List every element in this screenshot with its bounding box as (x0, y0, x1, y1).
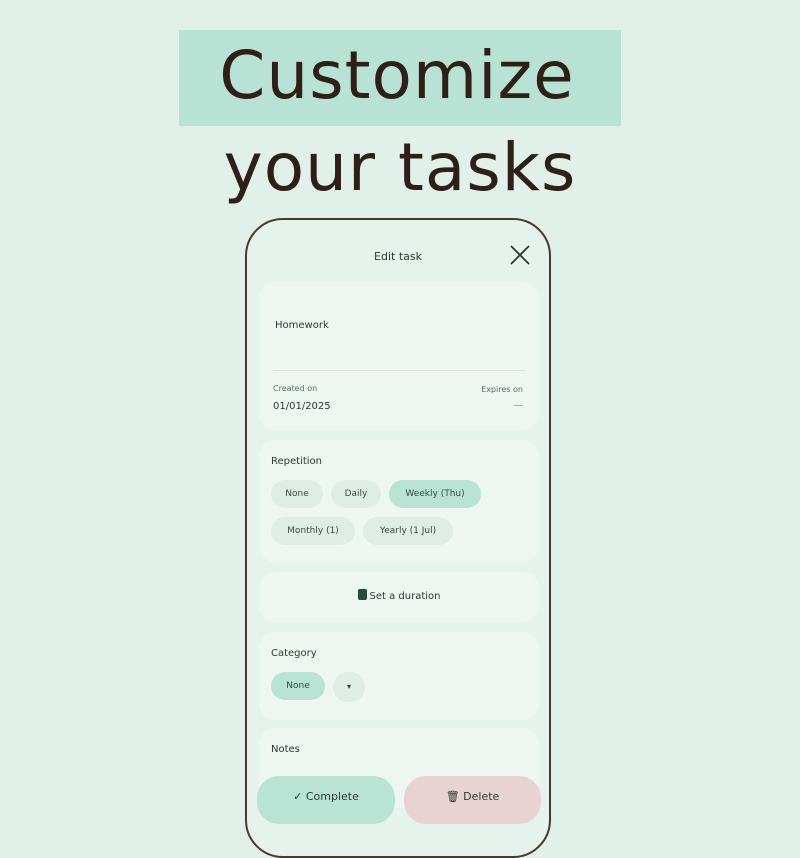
task-name-input[interactable]: Homework (275, 320, 329, 331)
repetition-chip-daily[interactable]: Daily (331, 480, 381, 508)
repetition-chip-none[interactable]: None (271, 480, 323, 508)
expires-date[interactable]: — (513, 400, 523, 411)
created-date: 01/01/2025 (273, 401, 331, 412)
category-chip-none[interactable]: None (271, 672, 325, 700)
repetition-card: Repetition None Daily Weekly (Thu) Month… (259, 440, 539, 562)
repetition-chip-monthly[interactable]: Monthly (1) (271, 517, 355, 545)
phone-frame: Edit task Homework Created on 01/01/2025… (245, 218, 551, 858)
category-card: Category None ▾ (259, 632, 539, 720)
screen-title: Edit task (374, 250, 422, 263)
repetition-label: Repetition (271, 456, 323, 467)
set-duration-label: Set a duration (369, 591, 441, 602)
complete-button[interactable]: ✓ Complete (257, 776, 395, 824)
repetition-chip-weekly[interactable]: Weekly (Thu) (389, 480, 481, 508)
notes-label: Notes (271, 744, 300, 755)
repetition-chip-yearly[interactable]: Yearly (1 Jul) (363, 517, 453, 545)
top-bar: Edit task (247, 220, 549, 282)
duration-card[interactable]: Set a duration (259, 572, 539, 622)
category-label: Category (271, 648, 317, 659)
headline-line-1: Customize (179, 30, 621, 126)
hourglass-icon (357, 589, 367, 600)
close-icon[interactable] (507, 242, 533, 268)
promo-headline: Customize your tasks (0, 30, 800, 210)
delete-button[interactable]: 🗑 Delete (404, 776, 541, 824)
headline-line-2: your tasks (223, 129, 577, 206)
set-duration-button[interactable]: Set a duration (259, 589, 539, 602)
task-info-card: Homework Created on 01/01/2025 Expires o… (259, 282, 539, 430)
chevron-down-icon[interactable]: ▾ (333, 672, 365, 702)
expires-label: Expires on (481, 385, 523, 394)
divider (273, 370, 525, 371)
created-label: Created on (273, 384, 318, 393)
